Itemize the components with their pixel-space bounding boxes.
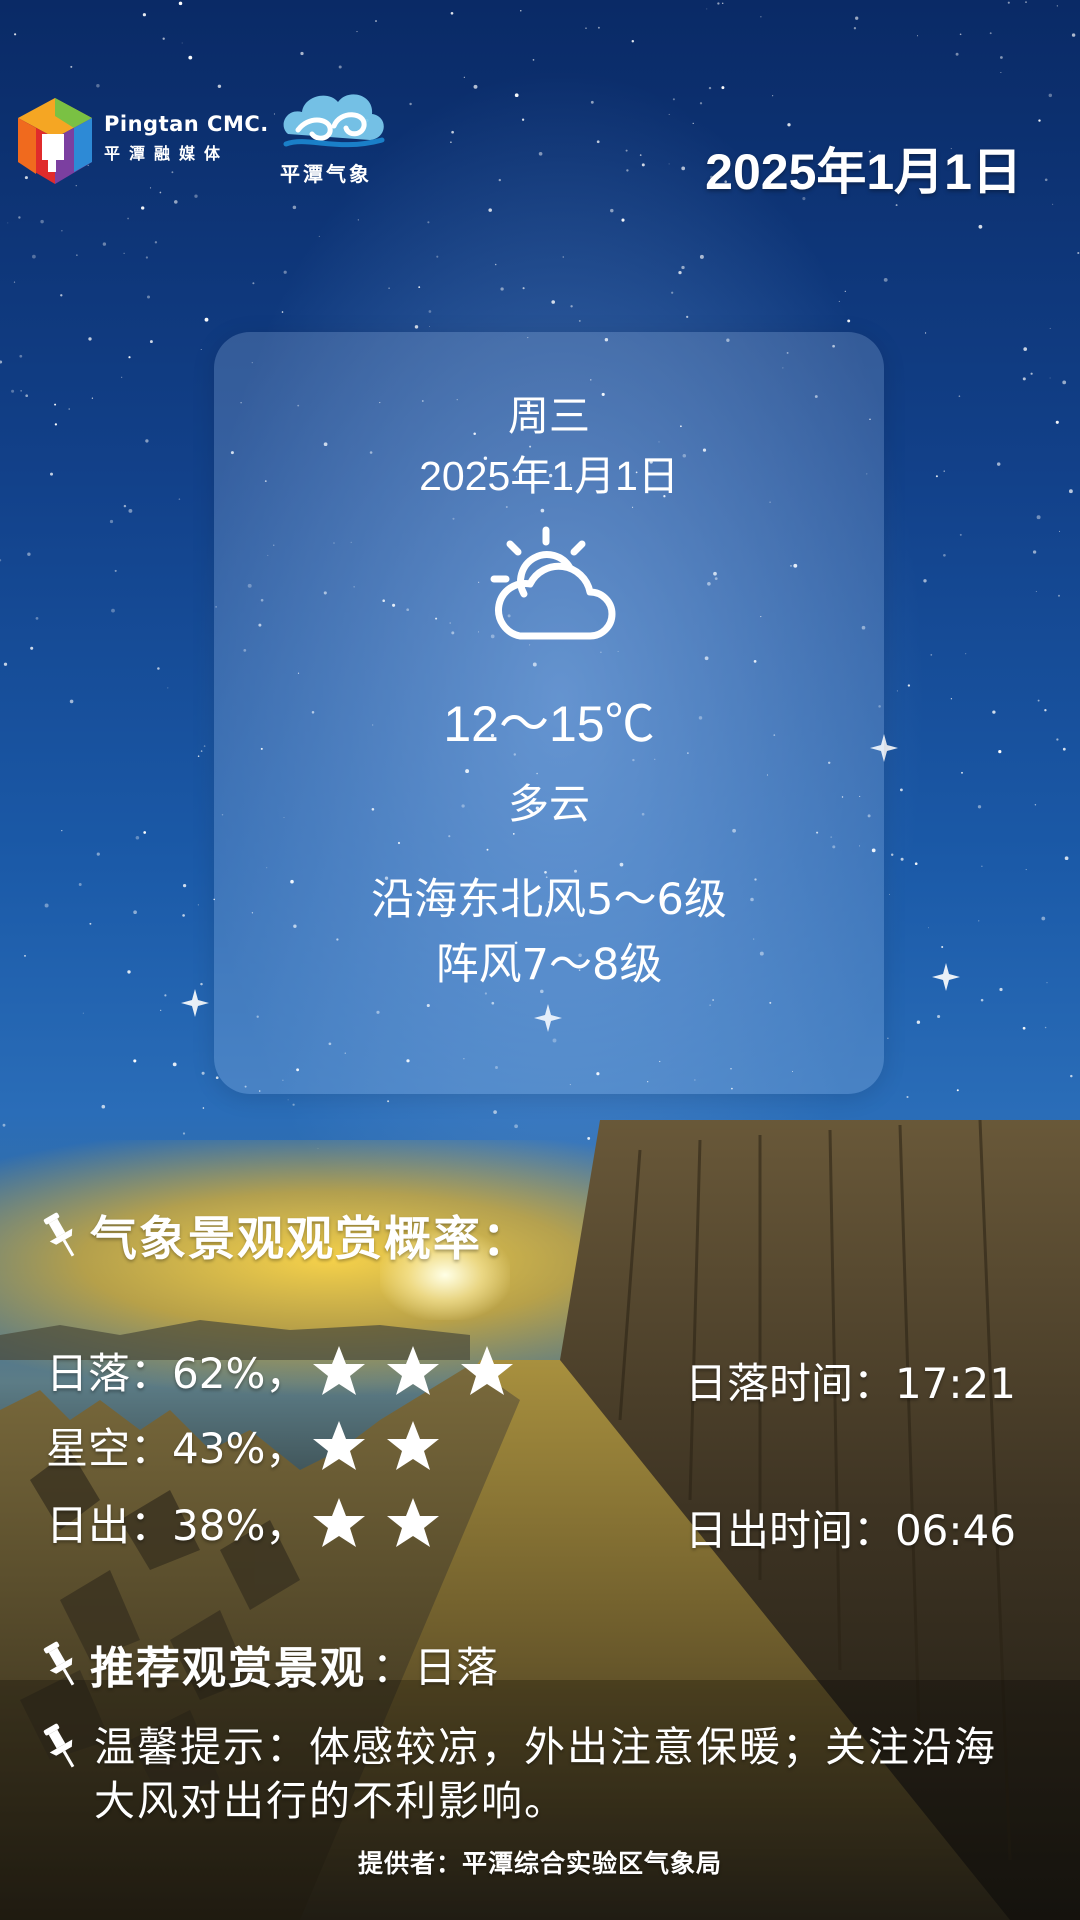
sunset-probability: 日落：62%，	[46, 1340, 533, 1401]
pushpin-icon	[43, 1723, 75, 1768]
star-icon	[313, 1345, 366, 1395]
gust-forecast: 阵风7～8级	[435, 940, 663, 990]
scenery-heading: 气象景观观赏概率：	[40, 1200, 531, 1269]
wind-forecast: 沿海东北风5～6级	[371, 875, 727, 925]
warm-tip: 温馨提示：体感较凉，外出注意保暖；关注沿海大风对出行的不利影响。	[40, 1720, 1014, 1828]
tip-text: 温馨提示：体感较凉，外出注意保暖；关注沿海大风对出行的不利影响。	[94, 1723, 997, 1825]
pushpin-icon	[43, 1641, 75, 1686]
sunset-rating	[311, 1344, 533, 1398]
sunrise-label: 日出：38%，	[46, 1501, 308, 1550]
star-icon	[313, 1420, 366, 1470]
recommendation: 推荐观赏景观 ：日落	[40, 1632, 498, 1696]
weekday: 周三	[508, 392, 590, 440]
sunrise-time: 日出时间：06:46	[684, 1506, 1016, 1555]
weather-card: 周三 2025年1月1日 12～15℃ 多云 沿海东北风5～6级 阵风7～8级	[214, 332, 884, 1094]
star-icon	[461, 1345, 514, 1395]
cmc-brand-text: Pingtan CMC. 平潭融媒体	[104, 112, 269, 164]
header-date: 2025年1月1日	[705, 144, 1022, 200]
weather-condition: 多云	[508, 780, 590, 828]
sunrise-probability: 日出：38%，	[46, 1492, 459, 1553]
recommendation-title: 推荐观赏景观	[90, 1643, 366, 1694]
scenery-title: 气象景观观赏概率：	[90, 1212, 531, 1267]
pingtan-weather-logo-icon	[283, 94, 385, 148]
starry-sky-label: 星空：43%，	[46, 1424, 308, 1473]
brand-cn: 平潭融媒体	[104, 144, 230, 163]
partly-cloudy-icon	[490, 526, 616, 640]
starry-sky-rating	[311, 1419, 459, 1473]
sunrise-rating	[311, 1496, 459, 1550]
sunset-time: 日落时间：17:21	[684, 1359, 1016, 1408]
star-icon	[387, 1497, 440, 1547]
sunset-label: 日落：62%，	[46, 1349, 308, 1398]
star-icon	[387, 1345, 440, 1395]
weather-brand: 平潭气象	[280, 162, 372, 186]
pushpin-icon	[43, 1212, 75, 1257]
provider-footer: 提供者：平潭综合实验区气象局	[357, 1849, 722, 1878]
header: Pingtan CMC. 平潭融媒体 平潭气象 2025年1月1日	[0, 0, 1080, 220]
card-date: 2025年1月1日	[419, 453, 679, 499]
temperature-range: 12～15℃	[443, 696, 655, 752]
brand-en: Pingtan CMC.	[104, 112, 269, 136]
star-icon	[387, 1420, 440, 1470]
pingtan-cmc-logo-icon	[18, 98, 92, 184]
star-icon	[313, 1497, 366, 1547]
starry-sky-probability: 星空：43%，	[46, 1415, 459, 1476]
recommendation-value: ：日落	[372, 1642, 499, 1692]
